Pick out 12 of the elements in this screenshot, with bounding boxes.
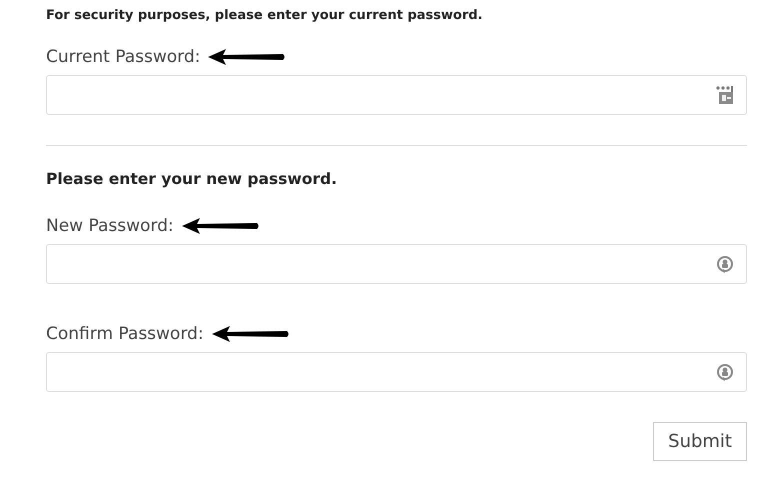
submit-button[interactable]: Submit — [653, 422, 747, 461]
lock-icon — [716, 254, 734, 274]
instruction-text: Please enter your new password. — [46, 170, 338, 188]
instruction-text: For security purposes, please enter your current password. — [46, 8, 484, 23]
field-label: Confirm Password: — [46, 324, 204, 344]
field-label: Current Password: — [46, 47, 200, 67]
keypad-icon — [716, 86, 734, 104]
password-field[interactable] — [46, 352, 747, 392]
lock-icon — [716, 362, 734, 382]
password-field[interactable] — [46, 75, 747, 115]
field-label: New Password: — [46, 216, 174, 236]
password-field[interactable] — [46, 244, 747, 284]
